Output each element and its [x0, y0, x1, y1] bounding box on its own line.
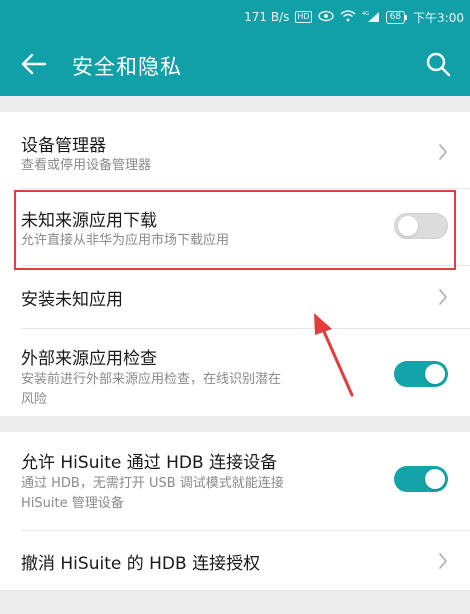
setting-title: 外部来源应用检查 [21, 349, 157, 369]
setting-subtitle: 查看或停用设备管理器 [21, 158, 152, 173]
setting-install-unknown-apps[interactable]: 安装未知应用 [0, 266, 470, 328]
settings-group-hisuite: 允许 HiSuite 通过 HDB 连接设备 通过 HDB，无需打开 USB 调… [0, 432, 470, 590]
toggle-knob [425, 469, 445, 489]
setting-hisuite-hdb[interactable]: 允许 HiSuite 通过 HDB 连接设备 通过 HDB，无需打开 USB 调… [0, 432, 470, 530]
external-check-toggle[interactable] [394, 361, 448, 387]
wifi-icon [340, 10, 356, 24]
setting-external-source-check[interactable]: 外部来源应用检查 安装前进行外部来源应用检查，在线识别潜在 风险 [0, 329, 470, 416]
search-button[interactable] [420, 46, 456, 82]
hisuite-hdb-toggle[interactable] [394, 466, 448, 492]
setting-subtitle-line1: 安装前进行外部来源应用检查，在线识别潜在 [21, 372, 282, 387]
chevron-right-icon [436, 287, 450, 307]
page-title: 安全和隐私 [72, 55, 182, 79]
setting-title: 安装未知应用 [21, 290, 123, 310]
app-bar: 171 B/s HD 4G 68 下午3:00 安全和隐私 [0, 0, 470, 96]
setting-title: 允许 HiSuite 通过 HDB 连接设备 [21, 453, 278, 473]
back-arrow-icon [21, 53, 47, 75]
hd-badge: HD [295, 11, 312, 23]
setting-subtitle-line1: 通过 HDB，无需打开 USB 调试模式就能连接 [21, 476, 284, 491]
cellular-signal-icon: 4G [362, 10, 380, 24]
signal-badge-text: 4G [362, 11, 369, 17]
battery-indicator: 68 [385, 10, 408, 24]
chevron-right-icon [436, 551, 450, 571]
setting-revoke-hdb[interactable]: 撤消 HiSuite 的 HDB 连接授权 [0, 531, 470, 590]
highlight-box [14, 190, 456, 270]
setting-title: 撤消 HiSuite 的 HDB 连接授权 [21, 554, 261, 574]
back-button[interactable] [14, 48, 54, 80]
toggle-knob [425, 364, 445, 384]
setting-device-manager[interactable]: 设备管理器 查看或停用设备管理器 [0, 112, 470, 188]
status-bar: 171 B/s HD 4G 68 下午3:00 [244, 7, 464, 27]
setting-title: 设备管理器 [21, 136, 106, 156]
chevron-right-icon [436, 142, 450, 162]
setting-subtitle-line2: HiSuite 管理设备 [21, 496, 124, 511]
eye-comfort-icon [317, 10, 334, 24]
clock: 下午3:00 [413, 10, 464, 25]
setting-subtitle-line2: 风险 [21, 392, 48, 407]
annotation-arrow-icon [300, 305, 360, 404]
search-icon [426, 52, 451, 77]
network-speed: 171 B/s [244, 10, 290, 24]
